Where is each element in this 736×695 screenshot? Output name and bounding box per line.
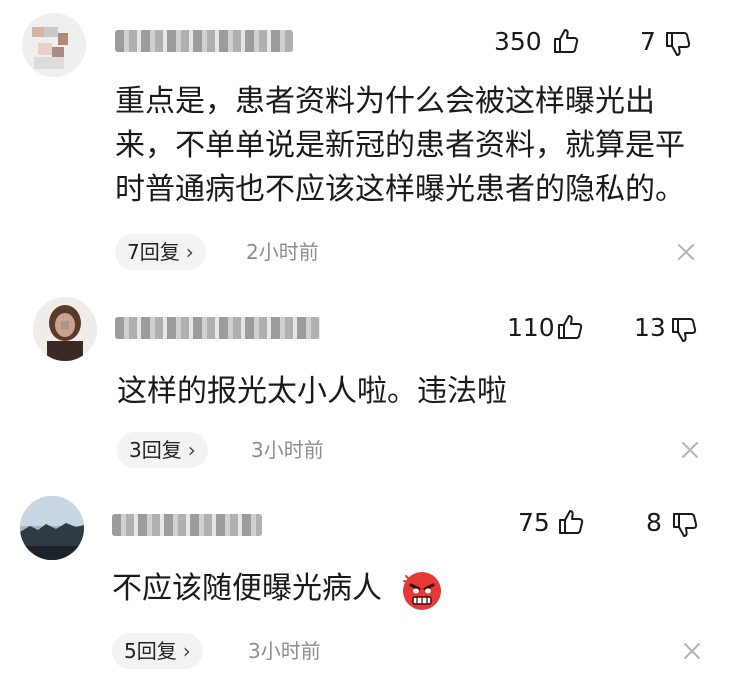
reply-count: 3回复 bbox=[129, 438, 182, 462]
chevron-right-icon: › bbox=[182, 639, 191, 663]
comment-text-line: 时普通病也不应该这样曝光患者的隐私的。 bbox=[115, 172, 685, 207]
comment-text-line: 这样的报光太小人啦。违法啦 bbox=[117, 374, 507, 409]
dislike-count: 13 bbox=[634, 313, 666, 342]
comment-text-line: 来，不单单说是新冠的患者资料，就算是平 bbox=[115, 128, 685, 163]
reply-button[interactable]: 7回复 › bbox=[115, 234, 206, 270]
comment-item: 350 7 重点是，患者资料为什么会被这样曝光出 来，不单单说是新冠的患者资料，… bbox=[0, 0, 736, 285]
reply-count: 5回复 bbox=[124, 639, 177, 663]
avatar[interactable] bbox=[33, 297, 97, 361]
avatar-image bbox=[20, 496, 84, 560]
username-blurred[interactable] bbox=[115, 317, 320, 339]
username-blurred[interactable] bbox=[112, 514, 262, 536]
avatar[interactable] bbox=[22, 13, 86, 77]
comment-time: 3小时前 bbox=[248, 639, 321, 663]
close-icon[interactable] bbox=[680, 440, 700, 460]
comment-time: 3小时前 bbox=[251, 438, 324, 462]
avatar[interactable] bbox=[20, 496, 84, 560]
like-count: 350 bbox=[494, 27, 542, 56]
avatar-image bbox=[22, 13, 86, 77]
comment-text-line: 不应该随便曝光病人 bbox=[112, 571, 382, 606]
thumbs-up-icon[interactable] bbox=[557, 508, 585, 536]
thumbs-down-icon[interactable] bbox=[671, 511, 699, 539]
like-count: 110 bbox=[507, 313, 555, 342]
avatar-image bbox=[33, 297, 97, 361]
thumbs-up-icon[interactable] bbox=[552, 27, 580, 55]
username-blurred[interactable] bbox=[115, 30, 293, 52]
reply-count: 7回复 bbox=[127, 240, 180, 264]
comment-item: 75 8 不应该随便曝光病人 5回复 › 3小时前 bbox=[0, 480, 736, 695]
like-count: 75 bbox=[518, 508, 550, 537]
close-icon[interactable] bbox=[682, 641, 702, 661]
angry-face-emoji bbox=[403, 572, 441, 610]
dislike-count: 7 bbox=[640, 27, 656, 56]
reply-button[interactable]: 5回复 › bbox=[112, 633, 203, 669]
thumbs-down-icon[interactable] bbox=[664, 30, 692, 58]
comment-time: 2小时前 bbox=[246, 240, 319, 264]
comment-item: 110 13 这样的报光太小人啦。违法啦 3回复 › 3小时前 bbox=[0, 285, 736, 480]
comment-text-line: 重点是，患者资料为什么会被这样曝光出 bbox=[115, 84, 655, 119]
thumbs-up-icon[interactable] bbox=[556, 313, 584, 341]
chevron-right-icon: › bbox=[185, 240, 194, 264]
chevron-right-icon: › bbox=[187, 438, 196, 462]
thumbs-down-icon[interactable] bbox=[670, 316, 698, 344]
dislike-count: 8 bbox=[646, 508, 662, 537]
reply-button[interactable]: 3回复 › bbox=[117, 432, 208, 468]
close-icon[interactable] bbox=[676, 242, 696, 262]
